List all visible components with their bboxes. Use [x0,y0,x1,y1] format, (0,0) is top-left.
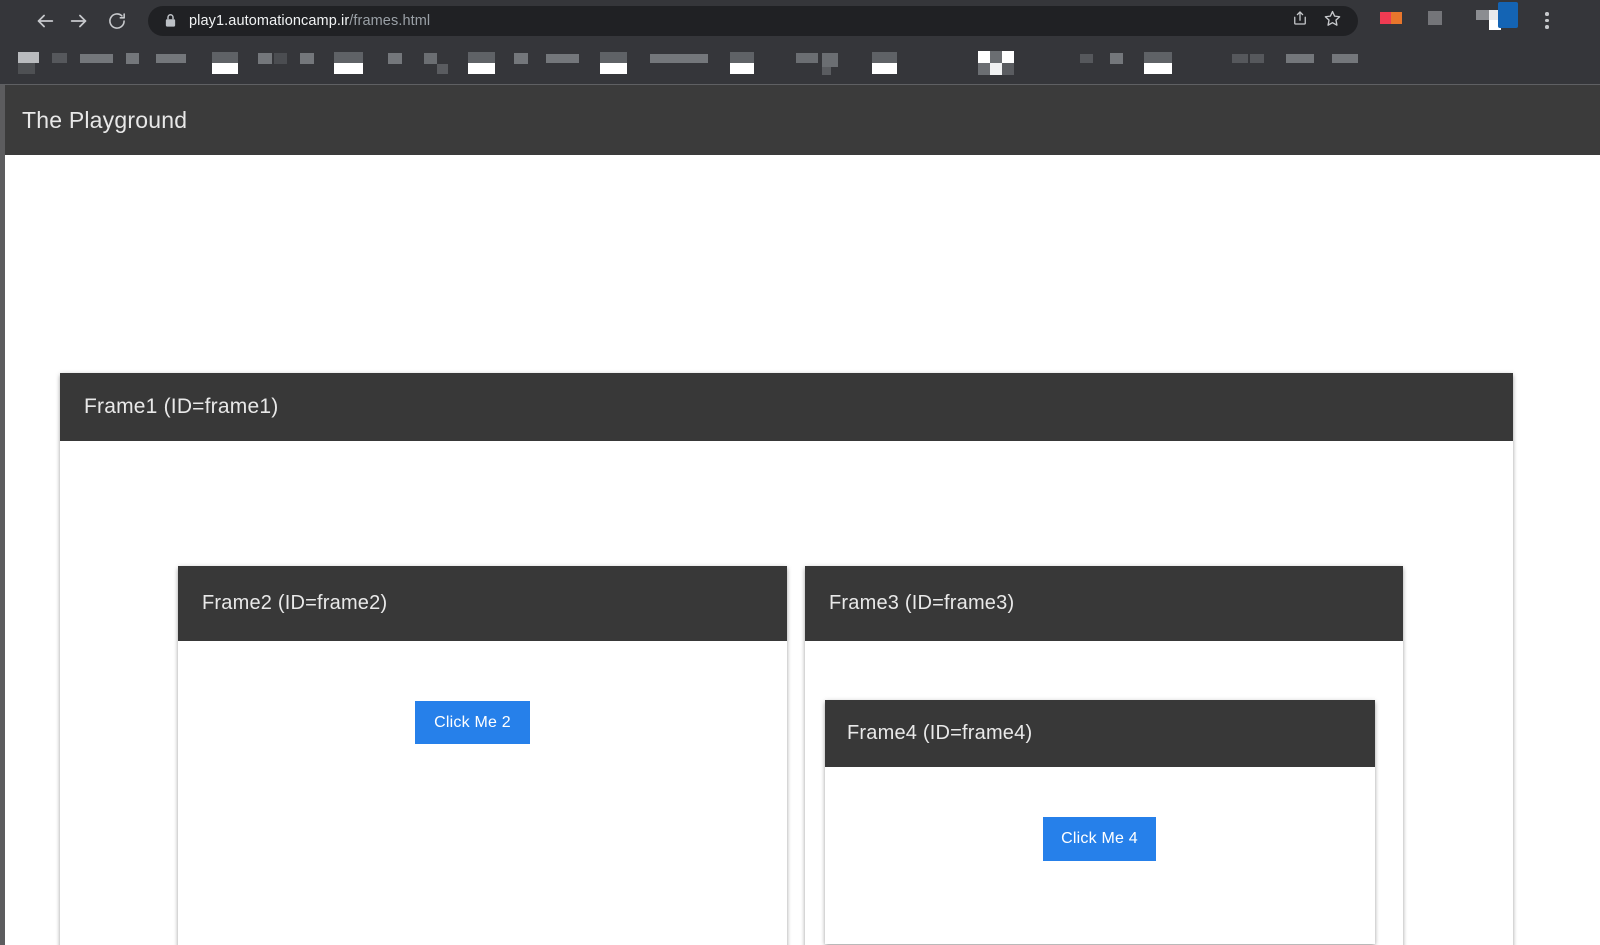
bookmark-item[interactable] [300,50,328,76]
back-arrow-icon [34,10,56,32]
reload-icon [107,11,127,31]
bookmark-button[interactable] [1318,7,1346,35]
forward-button[interactable] [62,4,96,38]
url-host: play1.automationcamp.ir [189,13,349,29]
lock-icon[interactable] [164,13,177,28]
extension-icon-gray[interactable] [1428,11,1442,30]
bookmark-item[interactable] [1332,50,1372,76]
bookmark-item[interactable] [1144,50,1196,76]
frame3-title: Frame3 (ID=frame3) [829,592,1014,615]
bookmark-item[interactable] [1232,50,1280,76]
bookmark-item[interactable] [52,50,74,76]
frame2-body: Click Me 2 [178,641,787,945]
back-button[interactable] [28,4,62,38]
profile-avatar-icon[interactable] [1476,2,1524,39]
frame1-header: Frame1 (ID=frame1) [60,373,1513,441]
kebab-menu-icon [1545,12,1549,29]
bookmark-item[interactable] [1110,50,1138,76]
bookmark-item[interactable] [468,50,508,76]
bookmark-item[interactable] [600,50,644,76]
frame1-card: Frame1 (ID=frame1) Frame2 (ID=frame2) Cl… [60,373,1513,945]
vertical-scrollbar[interactable] [0,85,5,945]
address-bar[interactable]: play1.automationcamp.ir/frames.html [148,6,1358,36]
bookmark-item[interactable] [1080,50,1104,76]
bookmark-item[interactable] [1286,50,1326,76]
bookmark-item[interactable] [126,50,150,76]
bookmark-item[interactable] [334,50,382,76]
page-viewport: The Playground Frame1 (ID=frame1) Frame2… [0,84,1600,945]
url-text: play1.automationcamp.ir/frames.html [189,13,1282,29]
bookmark-item[interactable] [872,50,918,76]
bookmark-item[interactable] [388,50,418,76]
bookmark-item[interactable] [424,50,462,76]
bookmark-item[interactable] [796,50,866,76]
bookmarks-bar[interactable] [0,41,1600,84]
bookmark-item[interactable] [258,50,294,76]
frame2-header: Frame2 (ID=frame2) [178,566,787,641]
frame2-card: Frame2 (ID=frame2) Click Me 2 [178,566,787,945]
frame1-body: Frame2 (ID=frame2) Click Me 2 Frame3 (ID… [60,441,1513,945]
browser-chrome: play1.automationcamp.ir/frames.html [0,0,1600,84]
frame4-body: Click Me 4 [825,767,1375,944]
extension-icon-orange[interactable] [1380,10,1402,31]
browser-menu-button[interactable] [1534,6,1560,36]
star-icon [1323,9,1342,33]
frame3-header: Frame3 (ID=frame3) [805,566,1403,641]
frame1-title: Frame1 (ID=frame1) [84,395,278,419]
app-header: The Playground [0,85,1600,155]
share-icon [1291,9,1309,32]
frame3-body: Frame4 (ID=frame4) Click Me 4 [805,641,1403,945]
click-me-4-button[interactable]: Click Me 4 [1043,817,1156,861]
bookmark-item[interactable] [80,50,120,76]
click-me-2-button[interactable]: Click Me 2 [415,701,530,744]
frame4-header: Frame4 (ID=frame4) [825,700,1375,767]
page-title: The Playground [22,107,187,134]
bookmark-item[interactable] [212,50,252,76]
bookmark-item[interactable] [978,50,1074,76]
bookmark-item[interactable] [546,50,594,76]
frame4-title: Frame4 (ID=frame4) [847,722,1032,745]
frame4-card: Frame4 (ID=frame4) Click Me 4 [825,700,1375,944]
bookmark-item[interactable] [730,50,768,76]
share-button[interactable] [1286,7,1314,35]
bookmark-item[interactable] [156,50,206,76]
bookmark-item[interactable] [514,50,540,76]
forward-arrow-icon [68,10,90,32]
frame3-card: Frame3 (ID=frame3) Frame4 (ID=frame4) Cl… [805,566,1403,945]
bookmark-item[interactable] [18,50,46,76]
browser-toolbar: play1.automationcamp.ir/frames.html [0,0,1600,41]
bookmark-item[interactable] [650,50,724,76]
url-path: /frames.html [349,13,430,29]
reload-button[interactable] [100,4,134,38]
frame2-title: Frame2 (ID=frame2) [202,592,387,615]
